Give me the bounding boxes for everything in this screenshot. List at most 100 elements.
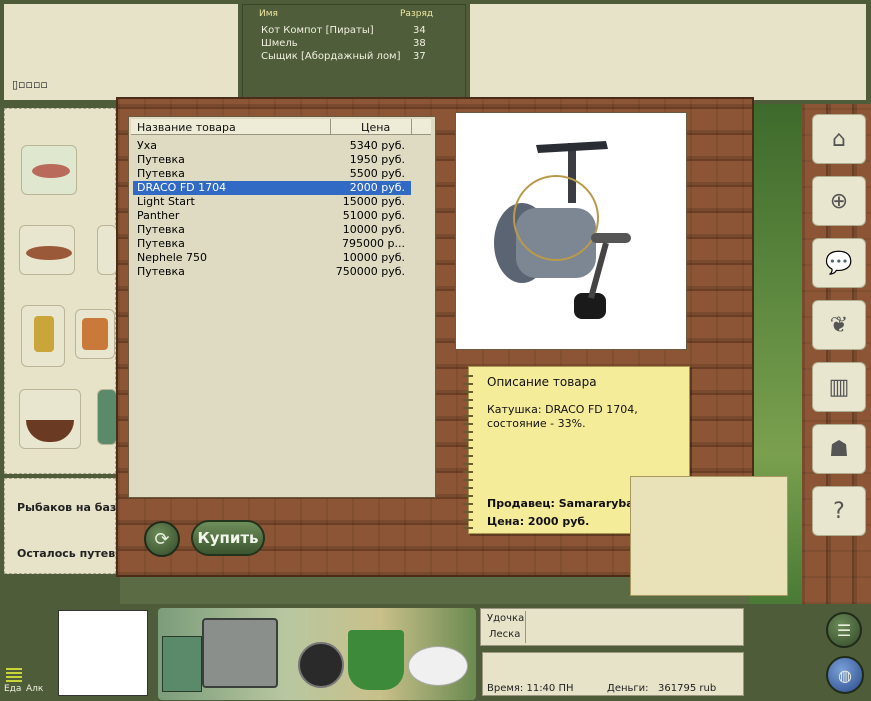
player-rank: 38 — [413, 38, 426, 49]
item-name: Путевка — [137, 265, 185, 278]
fish-trophy-board-icon[interactable] — [19, 225, 75, 275]
inventory-illustration — [158, 608, 476, 700]
reel-body — [516, 208, 596, 278]
tackle-box-icon[interactable] — [202, 618, 278, 688]
refresh-button[interactable]: ⟳ — [144, 521, 180, 557]
top-right-panel — [470, 4, 866, 100]
col-divider-end — [411, 119, 412, 135]
item-price: 1950 руб. — [349, 153, 405, 166]
item-list-header: Название товара Цена — [131, 119, 431, 135]
remaining-tickets-label: Осталось путевки — [17, 547, 131, 560]
item-name: Путевка — [137, 223, 185, 236]
player-name[interactable]: Кот Компот [Пираты] — [261, 25, 374, 36]
item-name: Путевка — [137, 167, 185, 180]
left-icons-panel — [4, 108, 117, 474]
col-price-header[interactable]: Цена — [361, 121, 390, 134]
refresh-icon: ⟳ — [154, 528, 170, 550]
fishing-reel-image — [494, 141, 631, 319]
item-name: Путевка — [137, 237, 185, 250]
item-row[interactable]: Путевка 10000 руб. — [133, 223, 411, 237]
players-col-rank[interactable]: Разряд — [400, 9, 433, 19]
seller-label: Продавец: Samararyba — [487, 497, 634, 510]
fish-globe-icon: ◍ — [838, 665, 852, 685]
compass-icon[interactable] — [298, 642, 344, 688]
beer-mug-icon[interactable] — [75, 309, 115, 359]
compass-icon[interactable]: ⊕ — [812, 176, 866, 226]
chat-bubble-icon[interactable]: 💬 — [812, 238, 866, 288]
item-name: Light Start — [137, 195, 195, 208]
coin-bowl-icon[interactable] — [19, 389, 81, 449]
item-row[interactable]: Путевка 5500 руб. — [133, 167, 411, 181]
menu-button[interactable]: ☰ — [826, 612, 862, 648]
item-list-panel: Название товара Цена Уха 5340 руб. Путевка… — [128, 116, 436, 498]
podium-icon[interactable]: ▥ — [812, 362, 866, 412]
item-name: Уха — [137, 139, 157, 152]
time-label: Время: 11:40 ПН — [487, 683, 574, 694]
item-price: 10000 руб. — [342, 251, 405, 264]
item-price: 5340 руб. — [349, 139, 405, 152]
item-price: 51000 руб. — [342, 209, 405, 222]
globe-button[interactable]: ◍ — [826, 656, 864, 694]
item-row[interactable]: Light Start 15000 руб. — [133, 195, 411, 209]
fishers-on-base-label: Рыбаков на базе: — [17, 501, 129, 514]
item-row[interactable]: Уха 5340 руб. — [133, 139, 411, 153]
item-price: 5500 руб. — [349, 167, 405, 180]
players-col-name[interactable]: Имя — [259, 9, 278, 19]
player-name[interactable]: Сыщик [Абордажный лом] — [261, 51, 401, 62]
tackle-panel: Удочка Леска — [480, 608, 744, 646]
buy-button[interactable]: Купить — [191, 520, 265, 556]
col-divider — [330, 119, 331, 135]
product-image-panel — [455, 112, 687, 350]
item-row[interactable]: Nephele 750 10000 руб. — [133, 251, 411, 265]
player-rank: 37 — [413, 51, 426, 62]
item-price: 795000 р... — [342, 237, 405, 250]
house-icon[interactable]: ⌂ — [812, 114, 866, 164]
item-row[interactable]: Panther 51000 руб. — [133, 209, 411, 223]
money-label: Деньги: 361795 rub — [607, 683, 717, 694]
item-name: Nephele 750 — [137, 251, 208, 264]
description-title: Описание товара — [487, 375, 597, 389]
col-name-header[interactable]: Название товара — [137, 121, 236, 134]
item-row[interactable]: Путевка 1950 руб. — [133, 153, 411, 167]
item-price: 750000 руб. — [335, 265, 405, 278]
top-left-panel: ▯▫▫▫▫ — [4, 4, 238, 100]
food-plate-icon[interactable] — [408, 646, 468, 686]
item-name: DRACO FD 1704 — [137, 181, 227, 194]
magazine-icon[interactable] — [97, 389, 117, 445]
help-icon[interactable]: ? — [812, 486, 866, 536]
item-row[interactable]: Путевка 750000 руб. — [133, 265, 411, 279]
line-label: Леска — [489, 629, 521, 640]
price-label: Цена: 2000 руб. — [487, 515, 590, 528]
map-fragment — [630, 476, 788, 596]
rod-label: Удочка — [487, 613, 525, 624]
people-group-icon[interactable]: ☗ — [812, 424, 866, 474]
menu-list-icon: ☰ — [836, 620, 852, 640]
bucket-icon[interactable] — [348, 630, 404, 690]
description-text-2: состояние - 33%. — [487, 417, 586, 430]
portrait-frame — [58, 610, 148, 696]
description-text-1: Катушка: DRACO FD 1704, — [487, 403, 638, 416]
globe-icon[interactable] — [97, 225, 117, 275]
fish-money-icon[interactable] — [21, 145, 77, 195]
buy-button-label: Купить — [197, 529, 259, 547]
item-price: 10000 руб. — [342, 223, 405, 236]
item-price: 15000 руб. — [342, 195, 405, 208]
item-row[interactable]: DRACO FD 1704 2000 руб. — [133, 181, 411, 195]
laurel-wreath-icon[interactable]: ❦ — [812, 300, 866, 350]
food-label: Еда — [4, 684, 22, 694]
food-meter — [6, 666, 22, 682]
item-name: Panther — [137, 209, 180, 222]
player-name[interactable]: Шмель — [261, 38, 298, 49]
item-row[interactable]: Путевка 795000 р... — [133, 237, 411, 251]
alc-label: Алк — [26, 684, 44, 694]
trophy-cup-icon[interactable] — [21, 305, 65, 367]
tackle-divider — [525, 611, 526, 643]
players-panel: Имя Разряд Кот Компот [Пираты] 34 Шмель 38 С… — [242, 4, 466, 100]
item-price: 2000 руб. — [349, 181, 405, 194]
status-panel: Время: 11:40 ПН Деньги: 361795 rub — [482, 652, 744, 696]
left-info-panel: Рыбаков на базе: Осталось путевки — [4, 478, 130, 574]
item-name: Путевка — [137, 153, 185, 166]
reel-handle-arm — [591, 233, 631, 243]
battery-icon: ▯▫▫▫▫ — [12, 78, 48, 91]
book-icon[interactable] — [162, 636, 202, 692]
